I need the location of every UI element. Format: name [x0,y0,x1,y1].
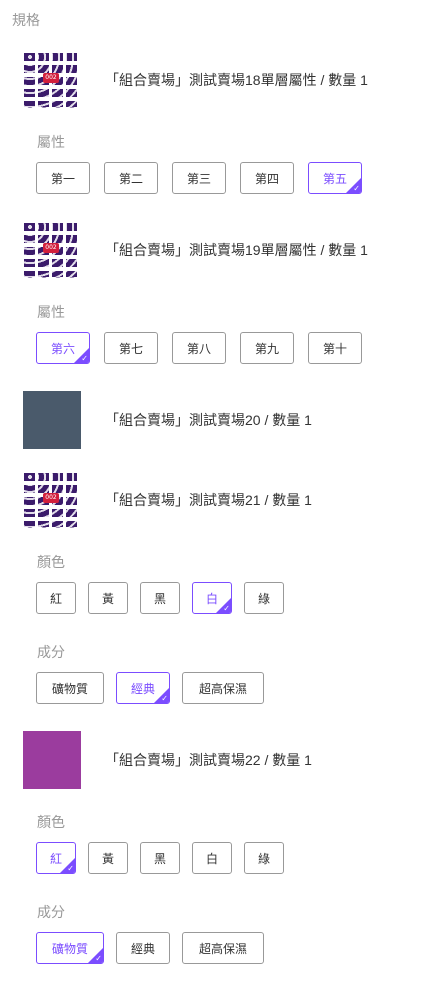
attribute-label: 成分 [37,644,65,660]
option-label: 紅 [49,851,62,866]
product-thumbnail: 002 [23,51,81,109]
option-button[interactable]: 第八 [172,332,226,364]
attribute-label: 成分 [37,904,65,920]
option-label: 經典 [130,681,155,696]
option-button[interactable]: 第二 [104,162,158,194]
check-icon: ✓ [81,354,88,363]
option-button[interactable]: 超高保濕 [182,932,264,964]
option-group: 第六 ✓ 第七 第八 第九 第十 [36,332,362,364]
option-button[interactable]: 第三 [172,162,226,194]
product-thumbnail: 002 [23,471,81,529]
product-title: 「組合賣場」測試賣場22 / 數量 1 [105,752,312,768]
attribute-label: 顏色 [37,814,65,830]
product-row: 「組合賣場」測試賣場22 / 數量 1 [23,731,423,789]
option-button-selected[interactable]: 白 ✓ [192,582,232,614]
option-button-selected[interactable]: 紅 ✓ [36,842,76,874]
option-button[interactable]: 第十 [308,332,362,364]
option-button[interactable]: 第四 [240,162,294,194]
option-button[interactable]: 第九 [240,332,294,364]
thumbnail-mark: 002 [43,493,59,503]
option-button[interactable]: 綠 [244,582,284,614]
option-button[interactable]: 黑 [140,582,180,614]
option-group: 紅 黃 黑 白 ✓ 綠 [36,582,284,614]
option-label: 第五 [322,171,347,186]
option-button[interactable]: 礦物質 [36,672,104,704]
option-button[interactable]: 紅 [36,582,76,614]
check-icon: ✓ [95,954,102,963]
option-label: 白 [205,591,218,606]
attribute-label: 顏色 [37,554,65,570]
product-thumbnail [23,731,81,789]
product-row: 「組合賣場」測試賣場20 / 數量 1 [23,391,423,449]
option-group: 礦物質 ✓ 經典 超高保濕 [36,932,264,964]
check-icon: ✓ [353,184,360,193]
option-group: 紅 ✓ 黃 黑 白 綠 [36,842,284,874]
option-button[interactable]: 超高保濕 [182,672,264,704]
section-title: 規格 [12,12,40,28]
product-row: 002 「組合賣場」測試賣場18單層屬性 / 數量 1 [23,51,423,109]
product-title: 「組合賣場」測試賣場21 / 數量 1 [105,492,312,508]
option-button[interactable]: 經典 [116,932,170,964]
product-title: 「組合賣場」測試賣場20 / 數量 1 [105,412,312,428]
product-title: 「組合賣場」測試賣場19單層屬性 / 數量 1 [105,242,368,258]
product-thumbnail [23,391,81,449]
option-button[interactable]: 黃 [88,582,128,614]
option-label: 第六 [50,341,75,356]
option-button[interactable]: 綠 [244,842,284,874]
product-title: 「組合賣場」測試賣場18單層屬性 / 數量 1 [105,72,368,88]
check-icon: ✓ [67,864,74,873]
option-group: 第一 第二 第三 第四 第五 ✓ [36,162,362,194]
option-button[interactable]: 第七 [104,332,158,364]
option-button[interactable]: 白 [192,842,232,874]
thumbnail-mark: 002 [43,73,59,83]
check-icon: ✓ [161,694,168,703]
option-group: 礦物質 經典 ✓ 超高保濕 [36,672,264,704]
attribute-label: 屬性 [37,304,65,320]
option-button-selected[interactable]: 第五 ✓ [308,162,362,194]
attribute-label: 屬性 [37,134,65,150]
option-label: 礦物質 [51,941,88,956]
product-row: 002 「組合賣場」測試賣場21 / 數量 1 [23,471,423,529]
option-button[interactable]: 黑 [140,842,180,874]
check-icon: ✓ [223,604,230,613]
option-button-selected[interactable]: 礦物質 ✓ [36,932,104,964]
product-thumbnail: 002 [23,221,81,279]
option-button-selected[interactable]: 第六 ✓ [36,332,90,364]
option-button[interactable]: 第一 [36,162,90,194]
thumbnail-mark: 002 [43,243,59,253]
option-button[interactable]: 黃 [88,842,128,874]
product-row: 002 「組合賣場」測試賣場19單層屬性 / 數量 1 [23,221,423,279]
option-button-selected[interactable]: 經典 ✓ [116,672,170,704]
